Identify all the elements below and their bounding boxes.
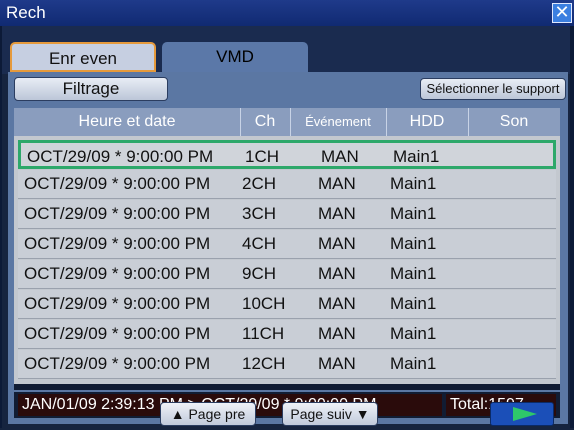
cell-event: MAN	[321, 147, 359, 166]
cell-ch: 1CH	[245, 147, 280, 166]
cell-hdd: Main1	[390, 234, 437, 253]
page-next-button[interactable]: Page suiv ▼	[282, 402, 378, 426]
filter-button[interactable]: Filtrage	[14, 77, 168, 101]
table-row[interactable]: OCT/29/09 * 9:00:00 PM 2CH MAN Main1	[18, 170, 556, 199]
close-button[interactable]: ✕	[552, 3, 572, 23]
cell-date: OCT/29/09 * 9:00:00 PM	[27, 147, 214, 166]
table-row[interactable]: OCT/29/09 * 9:00:00 PM 10CH MAN Main1	[18, 290, 556, 319]
tab-content: Filtrage Sélectionner le support Heure e…	[8, 72, 568, 424]
table-row[interactable]: OCT/29/09 * 9:00:00 PM 1CH MAN Main1	[18, 140, 556, 169]
triangle-up-icon: ▲	[170, 406, 185, 422]
cell-date: OCT/29/09 * 9:00:00 PM	[24, 324, 211, 343]
cell-hdd: Main1	[390, 324, 437, 343]
triangle-down-icon: ▼	[355, 406, 370, 422]
table-row[interactable]: OCT/29/09 * 9:00:00 PM 3CH MAN Main1	[18, 200, 556, 229]
cell-event: MAN	[318, 354, 356, 373]
play-button[interactable]	[490, 402, 554, 426]
cell-date: OCT/29/09 * 9:00:00 PM	[24, 204, 211, 223]
table-row[interactable]: OCT/29/09 * 9:00:00 PM 4CH MAN Main1	[18, 230, 556, 259]
cell-ch: 2CH	[242, 174, 277, 193]
page-next-label: Page suiv	[290, 406, 352, 422]
cell-event: MAN	[318, 204, 356, 223]
cell-event: MAN	[318, 324, 356, 343]
cell-ch: 4CH	[242, 234, 277, 253]
cell-ch: 10CH	[242, 294, 286, 313]
cell-ch: 12CH	[242, 354, 286, 373]
cell-event: MAN	[318, 174, 356, 193]
table-row[interactable]: OCT/29/09 * 9:00:00 PM 11CH MAN Main1	[18, 320, 556, 349]
title-bar: Rech ✕	[0, 0, 574, 26]
tab-strip: Enr even VMD	[2, 26, 570, 74]
header-ch: Ch	[240, 108, 291, 136]
cell-ch: 11CH	[242, 324, 285, 343]
cell-date: OCT/29/09 * 9:00:00 PM	[24, 174, 211, 193]
page-prev-button[interactable]: ▲ Page pre	[160, 402, 256, 426]
event-table: Heure et date Ch Événement HDD Son OCT/2…	[14, 108, 560, 390]
close-icon: ✕	[554, 2, 570, 22]
header-event: Événement	[290, 108, 387, 136]
table-row[interactable]: OCT/29/09 * 9:00:00 PM 12CH MAN Main1	[18, 350, 556, 379]
cell-hdd: Main1	[390, 354, 437, 373]
cell-date: OCT/29/09 * 9:00:00 PM	[24, 234, 211, 253]
select-media-button[interactable]: Sélectionner le support	[420, 78, 566, 100]
cell-hdd: Main1	[390, 264, 437, 283]
play-icon	[513, 407, 537, 421]
window-title: Rech	[6, 3, 46, 22]
cell-date: OCT/29/09 * 9:00:00 PM	[24, 354, 211, 373]
cell-event: MAN	[318, 264, 356, 283]
cell-hdd: Main1	[390, 204, 437, 223]
cell-event: MAN	[318, 294, 356, 313]
header-date: Heure et date	[14, 108, 241, 136]
cell-ch: 3CH	[242, 204, 277, 223]
table-row[interactable]: OCT/29/09 * 9:00:00 PM 9CH MAN Main1	[18, 260, 556, 289]
cell-date: OCT/29/09 * 9:00:00 PM	[24, 294, 211, 313]
search-window: Rech ✕ Enr even VMD Filtrage Sélectionne…	[0, 0, 574, 428]
tab-enr-even[interactable]: Enr even	[10, 42, 156, 72]
header-son: Son	[499, 113, 529, 130]
cell-hdd: Main1	[390, 294, 437, 313]
cell-date: OCT/29/09 * 9:00:00 PM	[24, 264, 211, 283]
cell-event: MAN	[318, 234, 356, 253]
table-body: OCT/29/09 * 9:00:00 PM 1CH MAN Main1 OCT/29/…	[14, 136, 560, 384]
tab-vmd[interactable]: VMD	[162, 42, 308, 72]
table-header: Heure et date Ch Événement HDD Son	[14, 108, 560, 136]
cell-hdd: Main1	[393, 147, 440, 166]
page-prev-label: Page pre	[188, 406, 246, 422]
main-panel: Enr even VMD Filtrage Sélectionner le su…	[2, 26, 570, 428]
cell-hdd: Main1	[390, 174, 437, 193]
cell-ch: 9CH	[242, 264, 277, 283]
header-hdd: HDD	[386, 108, 469, 136]
